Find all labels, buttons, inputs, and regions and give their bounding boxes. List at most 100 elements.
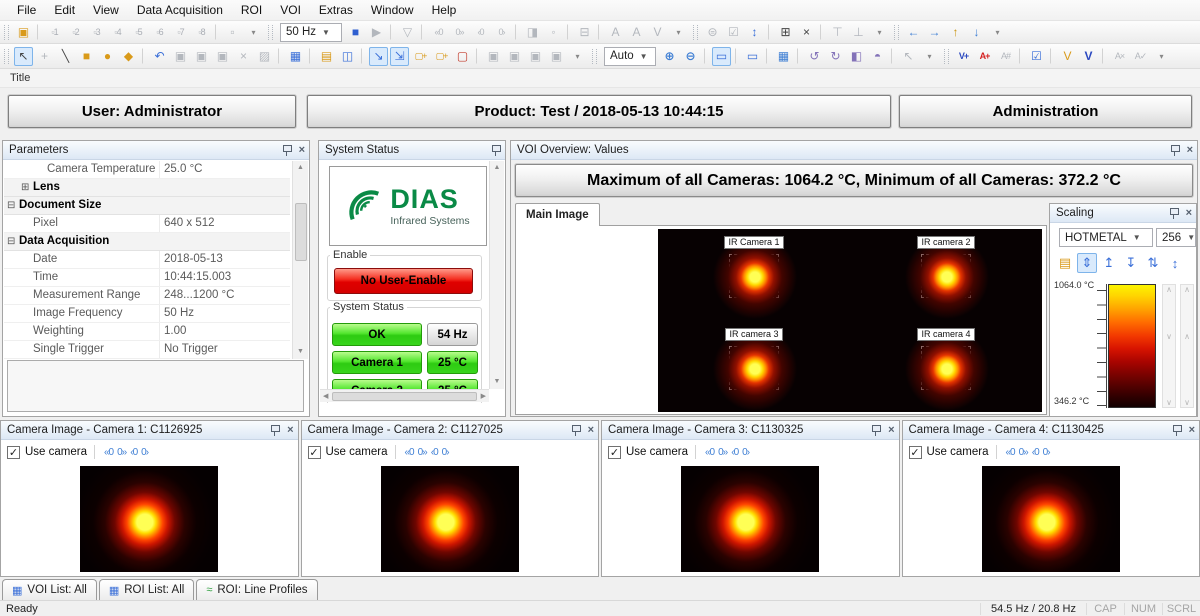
use-camera-checkbox[interactable]: ✓ xyxy=(7,446,20,459)
annotation-delete-icon[interactable]: A× xyxy=(1110,47,1129,66)
no-user-enable-button[interactable]: No User-Enable xyxy=(334,268,473,294)
camera-thermal-image[interactable] xyxy=(982,466,1120,572)
parameter-row[interactable]: Single Trigger No Trigger xyxy=(4,341,290,359)
toolbar-gripper[interactable] xyxy=(894,25,899,40)
polygon-tool-icon[interactable]: ◆ xyxy=(119,47,138,66)
delete-icon[interactable]: × xyxy=(234,47,253,66)
annotation-a2-icon[interactable]: A xyxy=(627,23,646,42)
step-rotate-left-icon[interactable]: ‹0 xyxy=(731,447,738,458)
levels-combobox[interactable]: 256 ▼ xyxy=(1156,228,1196,247)
status-value-button[interactable]: 25 °C xyxy=(427,351,478,374)
roi-add-icon[interactable]: ▢+ xyxy=(411,47,430,66)
step-rotate-left-icon[interactable]: ‹0 xyxy=(1032,447,1039,458)
annotation-add-icon[interactable]: A+ xyxy=(975,47,994,66)
scroll-up-icon[interactable]: ▲ xyxy=(297,161,304,175)
annotation-manage-icon[interactable]: A# xyxy=(996,47,1015,66)
close-icon[interactable]: × xyxy=(299,145,305,155)
status-label-button[interactable]: OK xyxy=(332,323,422,346)
hotmetal-colorbar[interactable] xyxy=(1108,284,1156,408)
order-backward-icon[interactable]: ▣ xyxy=(547,47,566,66)
voi-open-icon[interactable]: V xyxy=(1058,47,1077,66)
scroll-up-icon[interactable]: ▲ xyxy=(494,161,501,175)
product-button[interactable]: Product: Test / 2018-05-13 10:44:15 xyxy=(307,95,891,128)
stop-icon[interactable]: ■ xyxy=(346,23,365,42)
scrollbar-thumb[interactable] xyxy=(295,203,307,261)
chevron-up-icon[interactable]: ∧ xyxy=(1166,285,1172,294)
voi-save-icon[interactable]: V xyxy=(1079,47,1098,66)
status-label-button[interactable]: Camera 1 xyxy=(332,351,422,374)
scale-min-icon[interactable]: ↧ xyxy=(1121,253,1141,273)
scroll-left-icon[interactable]: ◀ xyxy=(320,392,331,400)
pin-icon[interactable] xyxy=(1172,424,1182,436)
step-rotate-right-icon[interactable]: 0› xyxy=(1043,447,1050,458)
main-thermal-image[interactable]: IR Camera 1 IR camera 2 xyxy=(658,229,1042,412)
scale-max-icon[interactable]: ↥ xyxy=(1099,253,1119,273)
move-window-right-icon[interactable]: → xyxy=(925,23,944,42)
roi-save-icon[interactable]: ◫ xyxy=(338,47,357,66)
move-window-down-icon[interactable]: ↓ xyxy=(967,23,986,42)
toolbar-overflow-icon[interactable]: ▾ xyxy=(988,23,1007,42)
parameter-row[interactable]: Measurement Range 248...1200 °C xyxy=(4,287,290,305)
menu-item[interactable]: Extras xyxy=(310,0,362,20)
annotation-v-icon[interactable]: V xyxy=(648,23,667,42)
delete-all-icon[interactable]: ▨ xyxy=(255,47,274,66)
parameter-row[interactable]: Weighting 1.00 xyxy=(4,323,290,341)
annotation-a1-icon[interactable]: A xyxy=(606,23,625,42)
window-cascade-icon[interactable]: ▣ xyxy=(14,23,33,42)
document-3-icon[interactable]: ▫3 xyxy=(87,23,106,42)
expander-icon[interactable]: ⊟ xyxy=(7,197,19,214)
parameter-row[interactable]: Camera Temperature 25.0 °C xyxy=(4,161,290,179)
compress-range-icon[interactable]: ↕ xyxy=(1165,253,1185,273)
palette-combobox[interactable]: HOTMETAL ▼ xyxy=(1059,228,1153,247)
frequency-combobox[interactable]: 50 Hz ▼ xyxy=(280,23,342,42)
document-2-icon[interactable]: ▫2 xyxy=(66,23,85,42)
vertical-scrollbar[interactable]: ▲ ▼ xyxy=(489,161,504,389)
horizontal-scrollbar[interactable]: ◀ ▶ xyxy=(320,389,489,402)
record-stop-icon[interactable]: ◦ xyxy=(544,23,563,42)
zoom-in-icon[interactable]: ⊕ xyxy=(660,47,679,66)
toolbar-overflow-icon[interactable]: ▾ xyxy=(870,23,889,42)
menu-item[interactable]: VOI xyxy=(271,0,310,20)
pin-icon[interactable] xyxy=(1170,144,1180,156)
chevron-up-icon[interactable]: ∧ xyxy=(1184,332,1190,341)
camera-thermal-image[interactable] xyxy=(381,466,519,572)
document-7-icon[interactable]: ▫7 xyxy=(171,23,190,42)
chevron-down-icon[interactable]: ∨ xyxy=(1166,332,1172,341)
pin-icon[interactable] xyxy=(571,424,581,436)
rotate-right-icon[interactable]: 0» xyxy=(418,447,427,458)
menu-item[interactable]: Edit xyxy=(45,0,84,20)
bottom-tab[interactable]: ▦ VOI List: All xyxy=(2,579,97,600)
menu-item[interactable]: Data Acquisition xyxy=(128,0,232,20)
step-rotate-left-icon[interactable]: ‹0 xyxy=(431,447,438,458)
rotate-right-icon[interactable]: 0» xyxy=(1019,447,1028,458)
chevron-down-icon[interactable]: ∨ xyxy=(1184,398,1190,407)
move-window-left-icon[interactable]: ← xyxy=(904,23,923,42)
rectangle-tool-icon[interactable]: ■ xyxy=(77,47,96,66)
zoom-combobox[interactable]: Auto ▼ xyxy=(604,47,656,66)
scroll-down-icon[interactable]: ▼ xyxy=(494,375,501,389)
scale-max-spinner[interactable]: ∧ ∨ ∨ xyxy=(1162,284,1176,408)
annotation-apply-icon[interactable]: A✓ xyxy=(1131,47,1150,66)
grid-add-icon[interactable]: ⊞ xyxy=(776,23,795,42)
close-icon[interactable]: × xyxy=(1186,208,1192,218)
voi-add-icon[interactable]: V+ xyxy=(954,47,973,66)
roi-rectangle[interactable] xyxy=(921,346,971,390)
parameter-row[interactable]: Pixel 640 x 512 xyxy=(4,215,290,233)
close-icon[interactable]: × xyxy=(888,425,894,435)
pin-icon[interactable] xyxy=(871,424,881,436)
autoscale-icon[interactable]: ⇕ xyxy=(1077,253,1097,273)
close-icon[interactable]: × xyxy=(287,425,293,435)
toolbar-gripper[interactable] xyxy=(4,25,9,40)
roi-reference-icon[interactable]: ▢ xyxy=(453,47,472,66)
toolbar-gripper[interactable] xyxy=(693,25,698,40)
parameter-row[interactable]: ⊟ Data Acquisition xyxy=(4,233,290,251)
order-back-icon[interactable]: ▣ xyxy=(505,47,524,66)
use-camera-checkbox[interactable]: ✓ xyxy=(308,446,321,459)
link-frames-icon[interactable]: ⊜ xyxy=(703,23,722,42)
roi-rectangle[interactable] xyxy=(729,254,779,298)
document-8-icon[interactable]: ▫8 xyxy=(192,23,211,42)
pin-icon[interactable] xyxy=(1169,207,1179,219)
expander-icon[interactable]: ⊞ xyxy=(21,179,33,196)
select-frame-icon[interactable]: ☑ xyxy=(724,23,743,42)
flip-vertical-icon[interactable]: ◓ xyxy=(868,47,887,66)
